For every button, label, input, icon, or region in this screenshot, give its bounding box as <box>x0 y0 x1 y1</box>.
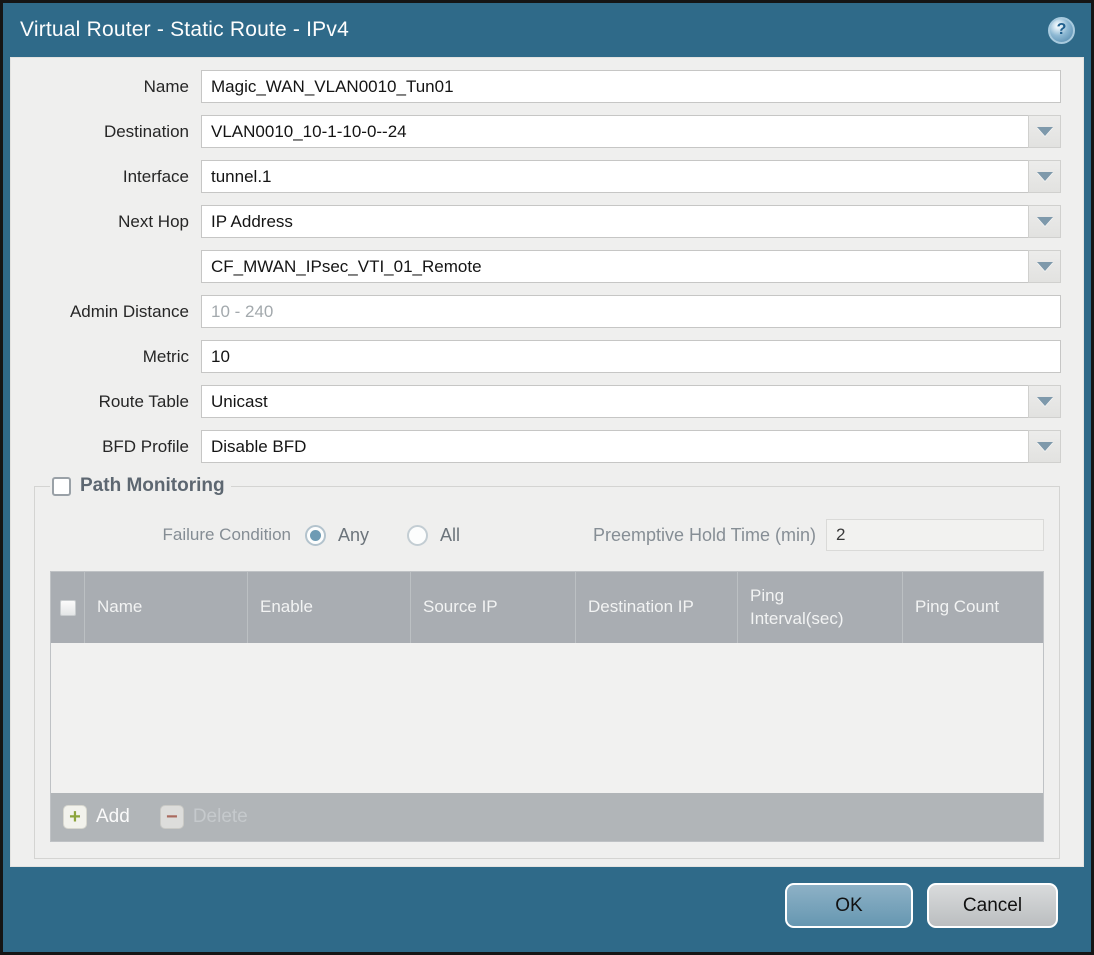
form-row-destination: Destination <box>11 115 1061 148</box>
radio-any-label: Any <box>338 524 370 545</box>
ok-button[interactable]: OK <box>785 883 913 928</box>
path-monitoring-checkbox[interactable] <box>52 476 71 496</box>
bfd-profile-input[interactable] <box>201 430 1028 463</box>
chevron-down-icon <box>1036 217 1053 226</box>
destination-dropdown-button[interactable] <box>1028 115 1061 148</box>
form-row-next-hop-address <box>11 250 1061 283</box>
help-icon[interactable]: ? <box>1048 16 1075 44</box>
metric-input[interactable] <box>201 340 1061 373</box>
bfd-profile-label: BFD Profile <box>102 436 189 456</box>
next-hop-address-input[interactable] <box>201 250 1028 283</box>
cancel-button[interactable]: Cancel <box>927 883 1058 928</box>
next-hop-type-input[interactable] <box>201 205 1028 238</box>
interface-label: Interface <box>122 166 189 186</box>
path-monitoring-title: Path Monitoring <box>80 475 225 496</box>
static-route-dialog: Virtual Router - Static Route - IPv4 ? N… <box>0 0 1094 955</box>
form-row-bfd-profile: BFD Profile <box>11 430 1061 463</box>
route-table-input[interactable] <box>201 385 1028 418</box>
delete-button-label: Delete <box>192 806 248 827</box>
next-hop-type-dropdown-button[interactable] <box>1028 205 1061 238</box>
form-row-route-table: Route Table <box>11 385 1061 418</box>
table-body-empty <box>51 643 1043 793</box>
column-header-enable: Enable <box>248 572 411 643</box>
name-input[interactable] <box>201 70 1061 103</box>
dialog-footer: OK Cancel <box>3 867 1091 952</box>
column-header-ping-count: Ping Count <box>915 597 1000 617</box>
plus-icon: + <box>63 805 87 829</box>
form-row-name: Name <box>11 70 1061 103</box>
interface-dropdown-button[interactable] <box>1028 160 1061 193</box>
failure-condition-row: Failure Condition Any All Preemptive Hol… <box>50 519 1044 551</box>
chevron-down-icon <box>1036 442 1053 451</box>
form-row-next-hop: Next Hop <box>11 205 1061 238</box>
failure-condition-any-option[interactable]: Any <box>305 524 370 546</box>
chevron-down-icon <box>1036 127 1053 136</box>
failure-condition-label: Failure Condition <box>162 525 291 544</box>
question-mark-glyph: ? <box>1056 21 1067 38</box>
chevron-down-icon <box>1036 397 1053 406</box>
radio-all-label: All <box>440 524 461 545</box>
delete-button[interactable]: − Delete <box>159 805 248 829</box>
path-monitoring-table: Name Enable Source IP Destination IP Pin… <box>50 571 1044 842</box>
form-row-metric: Metric <box>11 340 1061 373</box>
chevron-down-icon <box>1036 262 1053 271</box>
dialog-content: Name Destination Interface <box>10 57 1084 867</box>
radio-all-icon <box>407 524 429 546</box>
column-header-source-ip: Source IP <box>411 572 576 643</box>
path-monitoring-legend: Path Monitoring <box>50 475 231 497</box>
column-header-ping-interval: Ping Interval(sec) <box>738 572 903 643</box>
bfd-profile-dropdown-button[interactable] <box>1028 430 1061 463</box>
add-button[interactable]: + Add <box>63 805 130 829</box>
route-table-label: Route Table <box>98 391 189 411</box>
title-bar: Virtual Router - Static Route - IPv4 ? <box>3 3 1091 57</box>
column-header-destination-ip: Destination IP <box>576 572 738 643</box>
route-table-dropdown-button[interactable] <box>1028 385 1061 418</box>
column-header-name: Name <box>85 572 248 643</box>
preemptive-hold-time-group: Preemptive Hold Time (min) <box>593 519 1044 551</box>
radio-any-icon <box>305 524 326 546</box>
next-hop-label: Next Hop <box>118 211 189 231</box>
form-row-admin-distance: Admin Distance <box>11 295 1061 328</box>
add-button-label: Add <box>96 806 130 827</box>
minus-icon: − <box>159 805 184 829</box>
interface-input[interactable] <box>201 160 1028 193</box>
chevron-down-icon <box>1036 172 1053 181</box>
table-header-checkbox-cell <box>51 572 85 643</box>
form-row-interface: Interface <box>11 160 1061 193</box>
failure-condition-radio-group: Any All <box>305 524 461 546</box>
preemptive-hold-time-label: Preemptive Hold Time (min) <box>592 524 816 545</box>
next-hop-address-dropdown-button[interactable] <box>1028 250 1061 283</box>
admin-distance-label: Admin Distance <box>69 301 189 321</box>
table-toolbar: + Add − Delete <box>51 793 1043 841</box>
dialog-title: Virtual Router - Static Route - IPv4 <box>20 18 349 41</box>
failure-condition-all-option[interactable]: All <box>407 524 461 546</box>
preemptive-hold-time-input[interactable] <box>826 519 1044 551</box>
destination-input[interactable] <box>201 115 1028 148</box>
admin-distance-input[interactable] <box>201 295 1061 328</box>
select-all-checkbox[interactable] <box>59 599 76 616</box>
table-header-row: Name Enable Source IP Destination IP Pin… <box>51 572 1043 643</box>
metric-label: Metric <box>142 346 189 366</box>
path-monitoring-section: Path Monitoring Failure Condition Any Al… <box>34 475 1060 859</box>
name-label: Name <box>143 76 189 96</box>
destination-label: Destination <box>103 121 189 141</box>
